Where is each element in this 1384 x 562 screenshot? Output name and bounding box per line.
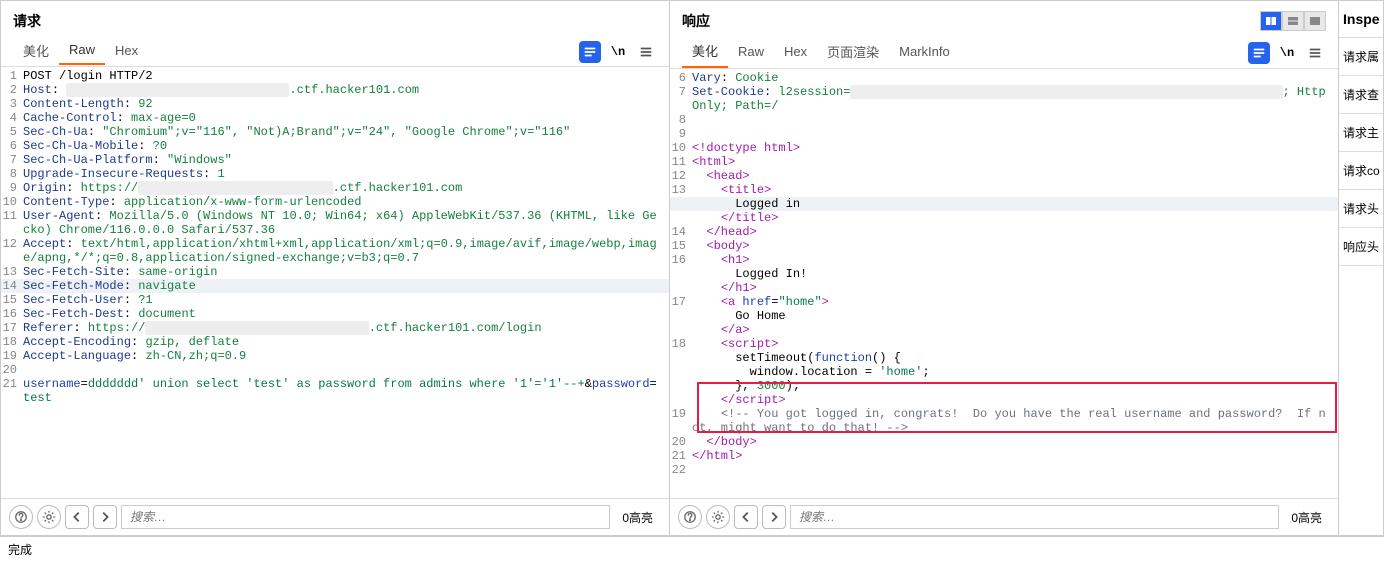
code-line[interactable]: 1POST /login HTTP/2 xyxy=(1,69,669,83)
response-panel: 响应 美化 Raw Hex 页面渲染 MarkInfo \n 6Vary: Co… xyxy=(670,1,1339,535)
tab-hex[interactable]: Hex xyxy=(105,39,148,64)
response-highlight-count: 0高亮 xyxy=(1283,509,1330,526)
code-line[interactable]: 9Origin: https://xxxxxxxxxxxxxxxxxxxxxxx… xyxy=(1,181,669,195)
code-line[interactable]: 2Host: xxxxxxxxxxxxxxxxxxxxxxxxxxxxxxx.c… xyxy=(1,83,669,97)
code-line[interactable]: 18Accept-Encoding: gzip, deflate xyxy=(1,335,669,349)
prev-match-icon[interactable] xyxy=(734,505,758,529)
code-line[interactable]: 17 <a href="home"> xyxy=(670,295,1338,309)
request-code-area[interactable]: 1POST /login HTTP/22Host: xxxxxxxxxxxxxx… xyxy=(1,67,669,498)
code-line[interactable]: </h1> xyxy=(670,281,1338,295)
code-line[interactable]: 4Cache-Control: max-age=0 xyxy=(1,111,669,125)
inspector-tab[interactable]: 请求属 xyxy=(1339,38,1383,76)
next-match-icon[interactable] xyxy=(93,505,117,529)
menu-icon[interactable] xyxy=(1304,42,1326,64)
code-line[interactable]: 10<!doctype html> xyxy=(670,141,1338,155)
code-line[interactable]: 5Sec-Ch-Ua: "Chromium";v="116", "Not)A;B… xyxy=(1,125,669,139)
inspector-title: Inspe xyxy=(1339,1,1383,38)
code-line[interactable]: 6Vary: Cookie xyxy=(670,71,1338,85)
code-line[interactable]: setTimeout(function() { xyxy=(670,351,1338,365)
request-highlight-count: 0高亮 xyxy=(614,509,661,526)
settings-icon[interactable] xyxy=(706,505,730,529)
code-line[interactable]: 7Sec-Ch-Ua-Platform: "Windows" xyxy=(1,153,669,167)
settings-icon[interactable] xyxy=(37,505,61,529)
tab-render[interactable]: 页面渲染 xyxy=(817,38,889,67)
request-footer: 0高亮 xyxy=(1,498,669,535)
tab-beautify[interactable]: 美化 xyxy=(13,37,59,66)
code-line[interactable]: window.location = 'home'; xyxy=(670,365,1338,379)
code-line[interactable]: 16 <h1> xyxy=(670,253,1338,267)
newline-icon[interactable]: \n xyxy=(1276,42,1298,64)
inspector-panel: Inspe 请求属请求查请求主请求co请求头响应头 xyxy=(1339,1,1383,535)
code-line[interactable]: 13 <title> xyxy=(670,183,1338,197)
wrap-toggle-icon[interactable] xyxy=(579,41,601,63)
response-tabs: 美化 Raw Hex 页面渲染 MarkInfo \n xyxy=(670,37,1338,69)
code-line[interactable]: Go Home xyxy=(670,309,1338,323)
code-line[interactable]: 11<html> xyxy=(670,155,1338,169)
request-tabs: 美化 Raw Hex \n xyxy=(1,37,669,67)
next-match-icon[interactable] xyxy=(762,505,786,529)
tab-raw[interactable]: Raw xyxy=(728,40,774,65)
code-line[interactable]: 9 xyxy=(670,127,1338,141)
request-panel: 请求 美化 Raw Hex \n 1POST /login HTTP/22Hos… xyxy=(1,1,670,535)
code-line[interactable]: 19Accept-Language: zh-CN,zh;q=0.9 xyxy=(1,349,669,363)
response-footer: 0高亮 xyxy=(670,498,1338,535)
code-line[interactable]: 20 xyxy=(1,363,669,377)
code-line[interactable]: </a> xyxy=(670,323,1338,337)
status-bar: 完成 xyxy=(0,536,1384,562)
code-line[interactable]: Logged in xyxy=(670,197,1338,211)
request-search-input[interactable] xyxy=(121,505,610,529)
inspector-tab[interactable]: 请求查 xyxy=(1339,76,1383,114)
code-line[interactable]: 17Referer: https://xxxxxxxxxxxxxxxxxxxxx… xyxy=(1,321,669,335)
prev-match-icon[interactable] xyxy=(65,505,89,529)
code-line[interactable]: 12Accept: text/html,application/xhtml+xm… xyxy=(1,237,669,265)
code-line[interactable]: 3Content-Length: 92 xyxy=(1,97,669,111)
code-line[interactable]: </script> xyxy=(670,393,1338,407)
view-mode-toggle xyxy=(1260,11,1326,31)
response-title: 响应 xyxy=(682,11,710,31)
code-line[interactable]: Logged In! xyxy=(670,267,1338,281)
code-line[interactable]: 13Sec-Fetch-Site: same-origin xyxy=(1,265,669,279)
code-line[interactable]: 22 xyxy=(670,463,1338,477)
code-line[interactable]: 8Upgrade-Insecure-Requests: 1 xyxy=(1,167,669,181)
tab-markinfo[interactable]: MarkInfo xyxy=(889,40,960,65)
inspector-tab[interactable]: 响应头 xyxy=(1339,228,1383,266)
code-line[interactable]: </title> xyxy=(670,211,1338,225)
tab-hex[interactable]: Hex xyxy=(774,40,817,65)
request-title: 请求 xyxy=(13,11,41,31)
code-line[interactable]: }, 3000); xyxy=(670,379,1338,393)
tab-beautify[interactable]: 美化 xyxy=(682,37,728,68)
inspector-tab[interactable]: 请求co xyxy=(1339,152,1383,190)
code-line[interactable]: 12 <head> xyxy=(670,169,1338,183)
response-code-area[interactable]: 6Vary: Cookie7Set-Cookie: l2session=xxxx… xyxy=(670,69,1338,498)
code-line[interactable]: 20 </body> xyxy=(670,435,1338,449)
code-line[interactable]: 14Sec-Fetch-Mode: navigate xyxy=(1,279,669,293)
view-split-icon[interactable] xyxy=(1260,11,1282,31)
code-line[interactable]: 6Sec-Ch-Ua-Mobile: ?0 xyxy=(1,139,669,153)
wrap-toggle-icon[interactable] xyxy=(1248,42,1270,64)
inspector-tab[interactable]: 请求头 xyxy=(1339,190,1383,228)
code-line[interactable]: 21username=ddddddd' union select 'test' … xyxy=(1,377,669,405)
code-line[interactable]: 15Sec-Fetch-User: ?1 xyxy=(1,293,669,307)
inspector-tab[interactable]: 请求主 xyxy=(1339,114,1383,152)
help-icon[interactable] xyxy=(9,505,33,529)
help-icon[interactable] xyxy=(678,505,702,529)
code-line[interactable]: 18 <script> xyxy=(670,337,1338,351)
code-line[interactable]: 19 <!-- You got logged in, congrats! Do … xyxy=(670,407,1338,435)
code-line[interactable]: 8 xyxy=(670,113,1338,127)
code-line[interactable]: 11User-Agent: Mozilla/5.0 (Windows NT 10… xyxy=(1,209,669,237)
newline-icon[interactable]: \n xyxy=(607,41,629,63)
response-search-input[interactable] xyxy=(790,505,1279,529)
tab-raw[interactable]: Raw xyxy=(59,38,105,65)
menu-icon[interactable] xyxy=(635,41,657,63)
code-line[interactable]: 16Sec-Fetch-Dest: document xyxy=(1,307,669,321)
code-line[interactable]: 15 <body> xyxy=(670,239,1338,253)
code-line[interactable]: 14 </head> xyxy=(670,225,1338,239)
view-single-icon[interactable] xyxy=(1304,11,1326,31)
code-line[interactable]: 21</html> xyxy=(670,449,1338,463)
code-line[interactable]: 7Set-Cookie: l2session=xxxxxxxxxxxxxxxxx… xyxy=(670,85,1338,113)
code-line[interactable]: 10Content-Type: application/x-www-form-u… xyxy=(1,195,669,209)
view-stack-icon[interactable] xyxy=(1282,11,1304,31)
